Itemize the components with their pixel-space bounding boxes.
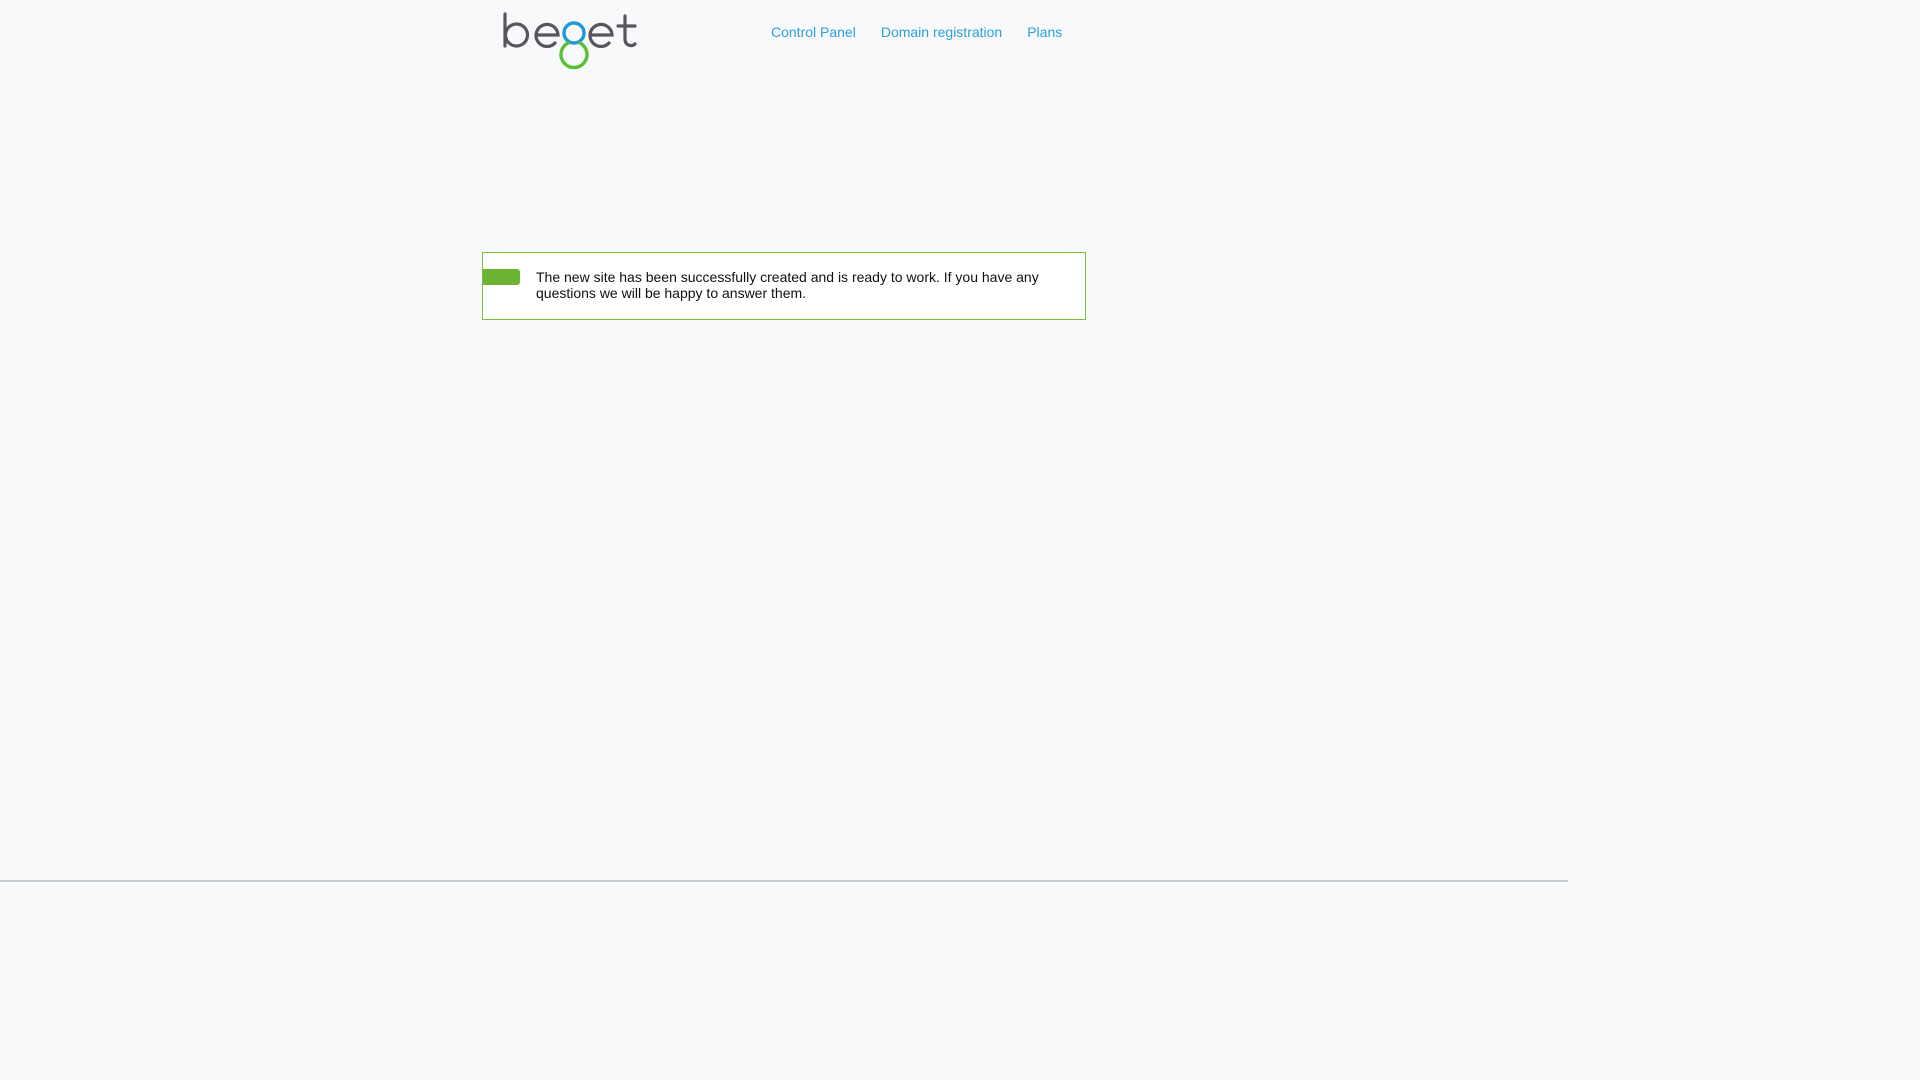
site-header: Control Panel Domain registration Plans [502,10,1068,76]
nav-link-plans[interactable]: Plans [1027,24,1062,40]
bottom-divider [0,880,1568,882]
success-indicator [483,269,520,285]
success-notice: The new site has been successfully creat… [482,252,1086,320]
nav-link-control-panel[interactable]: Control Panel [771,24,856,40]
page: Control Panel Domain registration Plans … [0,0,1568,882]
nav-link-domain-registration[interactable]: Domain registration [881,24,1002,40]
notice-message: The new site has been successfully creat… [536,269,1039,301]
beget-logo[interactable] [502,10,638,76]
main-nav: Control Panel Domain registration Plans [771,24,1062,40]
